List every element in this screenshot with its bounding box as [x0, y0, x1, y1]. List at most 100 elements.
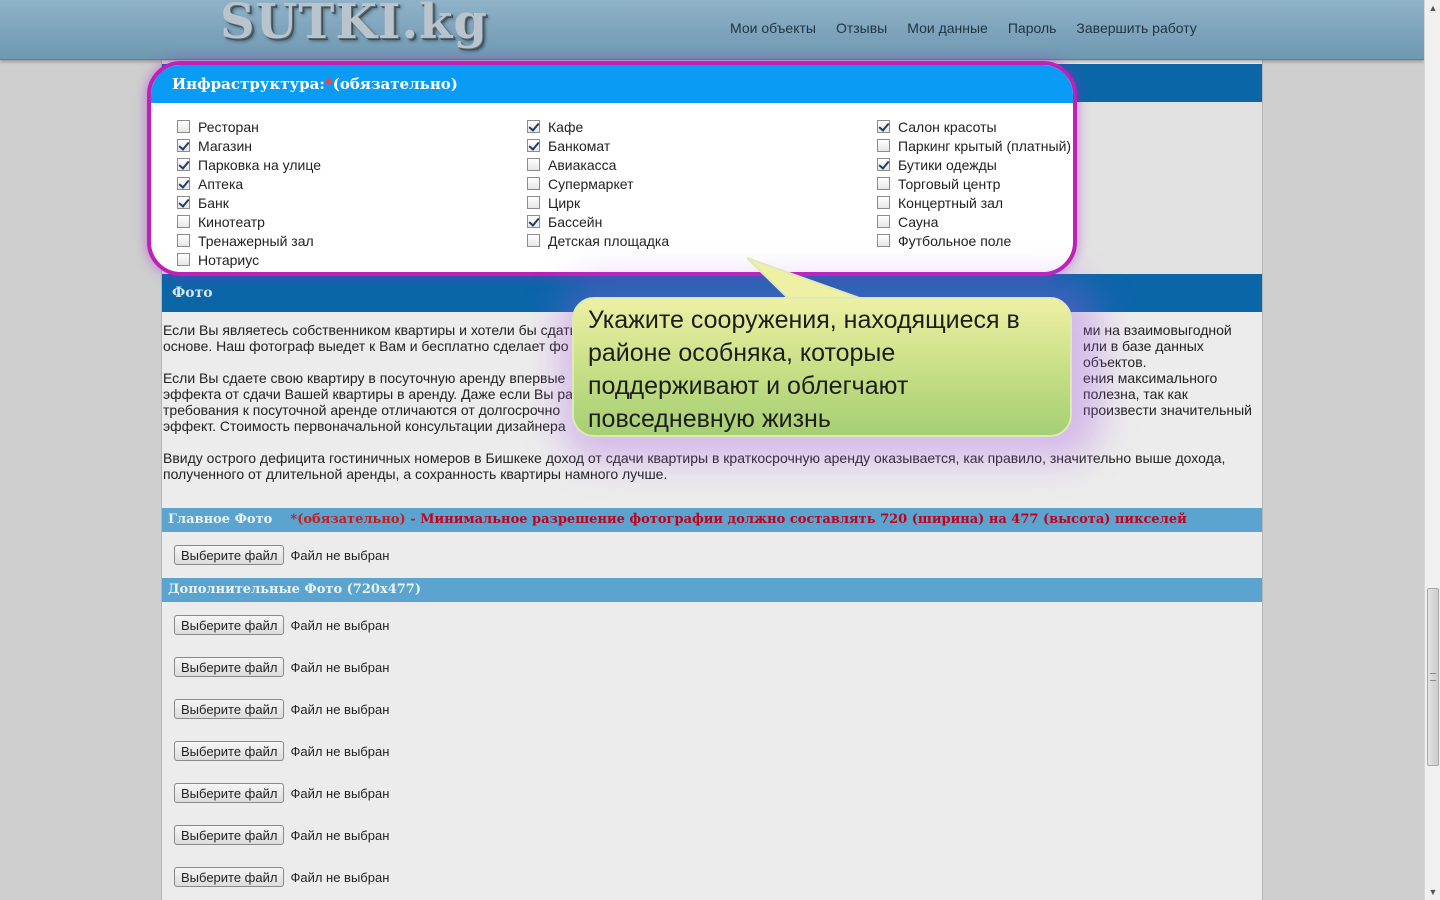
choose-file-button[interactable]: Выберите файл	[174, 741, 285, 761]
nav-my-data[interactable]: Мои данные	[907, 20, 988, 36]
checkbox[interactable]	[527, 139, 540, 152]
para-text: эффект. Стоимость первоначальной консуль…	[163, 418, 566, 434]
infrastructure-option[interactable]: Сауна	[877, 212, 1071, 231]
checkbox[interactable]	[527, 158, 540, 171]
checkbox[interactable]	[877, 177, 890, 190]
extra-photos-bar: Дополнительные Фото (720x477)	[162, 578, 1262, 602]
checkbox-label: Ресторан	[198, 118, 259, 135]
checkbox[interactable]	[177, 120, 190, 133]
infrastructure-option[interactable]: Паркинг крытый (платный)	[877, 136, 1071, 155]
checkbox[interactable]	[177, 196, 190, 209]
vertical-scrollbar[interactable]: ▲ ▼	[1424, 0, 1440, 900]
checkbox[interactable]	[877, 158, 890, 171]
infrastructure-option[interactable]: Кафе	[527, 117, 669, 136]
required-note: (обязательно)	[332, 75, 458, 93]
scrollbar-thumb[interactable]	[1427, 588, 1439, 766]
para-text: ми на взаимовыгодной	[1083, 322, 1232, 338]
extra-photo-file-row: Выберите файл Файл не выбран	[174, 615, 389, 635]
checkbox-label: Кинотеатр	[198, 213, 265, 230]
checkbox-label: Парковка на улице	[198, 156, 321, 173]
extra-photo-file-row: Выберите файл Файл не выбран	[174, 783, 389, 803]
infrastructure-option[interactable]: Салон красоты	[877, 117, 1071, 136]
choose-file-button[interactable]: Выберите файл	[174, 825, 285, 845]
checkbox[interactable]	[877, 120, 890, 133]
infrastructure-option[interactable]: Кинотеатр	[177, 212, 321, 231]
infrastructure-option[interactable]: Аптека	[177, 174, 321, 193]
checkbox[interactable]	[177, 253, 190, 266]
para-text: или в базе данных объектов.	[1083, 338, 1204, 370]
file-status: Файл не выбран	[290, 827, 390, 843]
top-header: SUTKI.kg Мои объекты Отзывы Мои данные П…	[0, 0, 1424, 60]
photo-section-title: Фото	[172, 285, 213, 301]
checkbox[interactable]	[527, 120, 540, 133]
infrastructure-option[interactable]: Банк	[177, 193, 321, 212]
checkbox-column-1: Ресторан Магазин Парковка на улице Аптека Ба…	[177, 117, 321, 269]
checkbox-label: Банкомат	[548, 137, 611, 154]
para-text: требования к посуточной аренде отличаютс…	[163, 402, 561, 418]
infrastructure-option[interactable]: Супермаркет	[527, 174, 669, 193]
checkbox[interactable]	[527, 177, 540, 190]
main-photo-warning: Минимальное разрешение фотографии должно…	[420, 512, 1187, 527]
infrastructure-option[interactable]: Футбольное поле	[877, 231, 1071, 250]
infrastructure-option[interactable]: Магазин	[177, 136, 321, 155]
para-text: произвести значительный	[1083, 402, 1252, 418]
choose-file-button[interactable]: Выберите файл	[174, 657, 285, 677]
scroll-down-icon[interactable]: ▼	[1425, 884, 1440, 900]
choose-file-button[interactable]: Выберите файл	[174, 699, 285, 719]
infrastructure-title-bar: Инфраструктура:*(обязательно)	[151, 65, 1073, 103]
infrastructure-option[interactable]: Нотариус	[177, 250, 321, 269]
site-logo[interactable]: SUTKI.kg	[220, 0, 488, 50]
scroll-up-icon[interactable]: ▲	[1425, 0, 1440, 16]
checkbox[interactable]	[877, 139, 890, 152]
checkbox-label: Паркинг крытый (платный)	[898, 137, 1072, 154]
choose-file-button[interactable]: Выберите файл	[174, 783, 285, 803]
checkbox-label: Аптека	[198, 175, 244, 192]
extra-photo-file-row: Выберите файл Файл не выбран	[174, 699, 389, 719]
nav-my-objects[interactable]: Мои объекты	[730, 20, 816, 36]
checkbox[interactable]	[877, 215, 890, 228]
extra-photo-file-row: Выберите файл Файл не выбран	[174, 825, 389, 845]
checkbox[interactable]	[177, 177, 190, 190]
infrastructure-option[interactable]: Парковка на улице	[177, 155, 321, 174]
infrastructure-option[interactable]: Ресторан	[177, 117, 321, 136]
checkbox-column-3: Салон красоты Паркинг крытый (платный) Бут…	[877, 117, 1071, 250]
main-photo-label: Главное Фото	[168, 512, 273, 527]
checkbox-label: Тренажерный зал	[198, 232, 314, 249]
tooltip-text: Укажите сооружения, находящиеся в районе…	[588, 306, 1020, 433]
checkbox[interactable]	[527, 196, 540, 209]
nav-reviews[interactable]: Отзывы	[836, 20, 887, 36]
checkbox-label: Бутики одежды	[898, 156, 997, 173]
checkbox[interactable]	[877, 196, 890, 209]
checkbox-label: Салон красоты	[898, 118, 997, 135]
checkbox[interactable]	[177, 139, 190, 152]
infrastructure-option[interactable]: Торговый центр	[877, 174, 1071, 193]
required-mark: *	[324, 75, 333, 93]
infrastructure-option[interactable]: Банкомат	[527, 136, 669, 155]
checkbox[interactable]	[177, 215, 190, 228]
checkbox[interactable]	[877, 234, 890, 247]
infrastructure-option[interactable]: Тренажерный зал	[177, 231, 321, 250]
checkbox[interactable]	[527, 234, 540, 247]
checkbox-label: Супермаркет	[548, 175, 634, 192]
nav-logout[interactable]: Завершить работу	[1076, 20, 1196, 36]
file-status: Файл не выбран	[290, 785, 390, 801]
infrastructure-option[interactable]: Концертный зал	[877, 193, 1071, 212]
checkbox-label: Футбольное поле	[898, 232, 1012, 249]
infrastructure-option[interactable]: Бассейн	[527, 212, 669, 231]
checkbox-label: Авиакасса	[548, 156, 617, 173]
para-text: ения максимального	[1083, 370, 1218, 386]
choose-file-button[interactable]: Выберите файл	[174, 615, 285, 635]
main-photo-bar: Главное Фото *(обязательно) - Минимально…	[162, 508, 1262, 532]
checkbox[interactable]	[527, 215, 540, 228]
choose-file-button[interactable]: Выберите файл	[174, 545, 285, 565]
choose-file-button[interactable]: Выберите файл	[174, 867, 285, 887]
infrastructure-option[interactable]: Авиакасса	[527, 155, 669, 174]
checkbox[interactable]	[177, 158, 190, 171]
infrastructure-option[interactable]: Бутики одежды	[877, 155, 1071, 174]
checkbox[interactable]	[177, 234, 190, 247]
checkbox-label: Бассейн	[548, 213, 603, 230]
infrastructure-option[interactable]: Детская площадка	[527, 231, 669, 250]
nav-password[interactable]: Пароль	[1008, 20, 1057, 36]
para-text: основе. Наш фотограф выедет к Вам и бесп…	[163, 338, 569, 354]
infrastructure-option[interactable]: Цирк	[527, 193, 669, 212]
